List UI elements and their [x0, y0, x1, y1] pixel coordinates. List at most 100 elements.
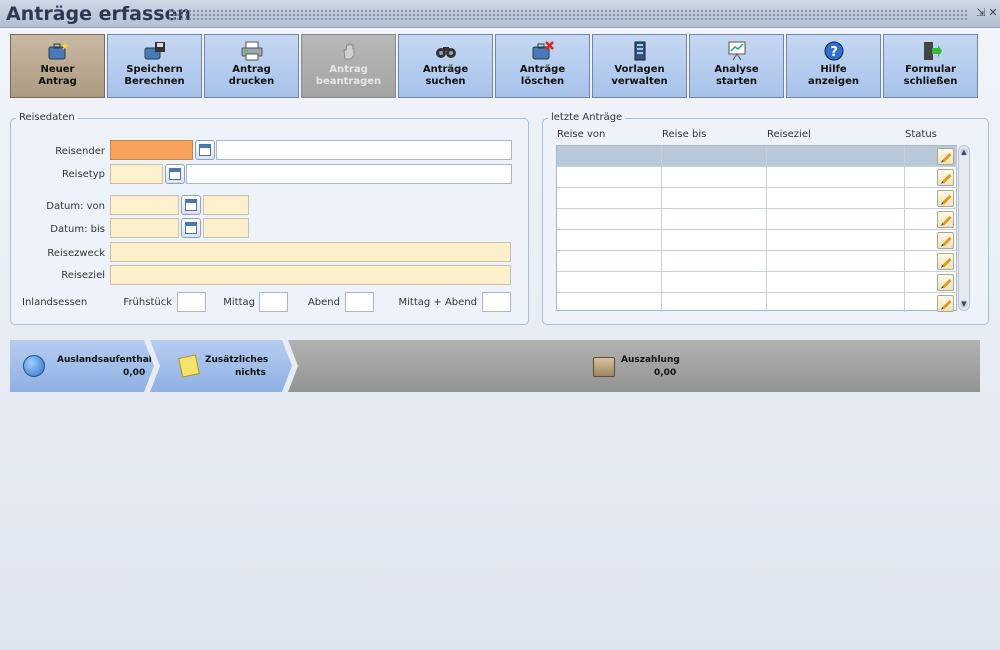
- traveler-label: Reisender: [55, 146, 105, 157]
- trip-type-description-field[interactable]: [186, 164, 512, 184]
- table-row[interactable]: [557, 272, 957, 293]
- lunch-dinner-field[interactable]: [482, 292, 511, 312]
- table-row[interactable]: [557, 188, 957, 209]
- edit-button[interactable]: [937, 211, 954, 228]
- date-to-field[interactable]: [110, 218, 179, 238]
- step-foreign-stay[interactable]: Auslandsaufenthalt 0,00: [10, 340, 154, 392]
- svg-text:?: ?: [830, 45, 838, 60]
- step-payout-label: Auszahlung: [621, 355, 680, 365]
- exit-icon: [923, 42, 942, 60]
- submit-request-button[interactable]: Antrag beantragen: [301, 34, 396, 98]
- pencil-icon: [942, 257, 952, 268]
- table-scrollbar[interactable]: ▲ ▼: [958, 145, 970, 311]
- edit-button[interactable]: [937, 274, 954, 291]
- date-from-label: Datum: von: [46, 201, 105, 212]
- binoculars-icon: [435, 47, 456, 58]
- show-help-button[interactable]: ? Hilfe anzeigen: [786, 34, 881, 98]
- help-icon: ?: [824, 41, 843, 61]
- traveler-name-field[interactable]: [216, 140, 512, 160]
- trip-type-field[interactable]: [110, 164, 163, 184]
- travel-data-title: Reisedaten: [16, 112, 78, 123]
- scroll-down-icon[interactable]: ▼: [960, 300, 968, 308]
- window-title: Anträge erfassen: [6, 3, 191, 25]
- time-from-field[interactable]: [203, 195, 249, 215]
- breakfast-label: Frühstück: [123, 297, 172, 308]
- edit-button[interactable]: [937, 253, 954, 270]
- recent-requests-table: [556, 145, 957, 314]
- table-row[interactable]: [557, 146, 957, 167]
- column-header-destination[interactable]: Reiseziel: [767, 129, 811, 140]
- trip-type-lookup-button[interactable]: [165, 164, 185, 184]
- edit-button[interactable]: [937, 169, 954, 186]
- title-bar: Anträge erfassen ⇲ ✕: [0, 0, 1000, 28]
- date-to-label: Datum: bis: [50, 224, 105, 235]
- close-form-label: Formular schließen: [903, 64, 958, 87]
- search-requests-button[interactable]: Anträge suchen: [398, 34, 493, 98]
- destination-label: Reiseziel: [61, 270, 105, 281]
- calendar-icon: [169, 168, 181, 180]
- column-header-from[interactable]: Reise von: [557, 129, 605, 140]
- pencil-icon: [942, 299, 952, 310]
- save-calculate-button[interactable]: Speichern Berechnen: [107, 34, 202, 98]
- start-analysis-button[interactable]: Analyse starten: [689, 34, 784, 98]
- lunch-field[interactable]: [259, 292, 288, 312]
- printer-icon: [241, 41, 262, 61]
- submit-request-label: Antrag beantragen: [315, 64, 382, 87]
- traveler-lookup-button[interactable]: [195, 140, 215, 160]
- title-decoration: [168, 9, 968, 20]
- trip-type-label: Reisetyp: [62, 169, 105, 180]
- toolbar: Neuer Antrag Speichern Berechnen Antrag …: [10, 34, 978, 98]
- payout-icon: [593, 357, 615, 377]
- table-row[interactable]: [557, 251, 957, 272]
- column-divider: [904, 146, 905, 312]
- save-icon: [144, 42, 165, 60]
- minimize-icon[interactable]: ⇲: [975, 6, 987, 20]
- table-row[interactable]: [557, 167, 957, 188]
- globe-icon: [23, 355, 45, 377]
- pencil-icon: [942, 278, 952, 289]
- pencil-icon: [942, 152, 952, 163]
- step-additional[interactable]: Zusätzliches nichts: [150, 340, 292, 392]
- dinner-label: Abend: [307, 297, 340, 308]
- delete-requests-label: Anträge löschen: [519, 64, 566, 87]
- scroll-up-icon[interactable]: ▲: [960, 148, 968, 156]
- trip-purpose-label: Reisezweck: [47, 248, 105, 259]
- save-calculate-label: Speichern Berechnen: [124, 64, 185, 87]
- print-request-button[interactable]: Antrag drucken: [204, 34, 299, 98]
- column-header-status[interactable]: Status: [905, 129, 937, 140]
- column-header-to[interactable]: Reise bis: [662, 129, 706, 140]
- show-help-label: Hilfe anzeigen: [808, 64, 859, 87]
- traveler-id-field[interactable]: [110, 140, 193, 160]
- column-divider: [766, 146, 767, 312]
- close-form-button[interactable]: Formular schließen: [883, 34, 978, 98]
- step-payout[interactable]: Auszahlung 0,00: [288, 340, 980, 392]
- step-additional-label: Zusätzliches: [205, 355, 269, 365]
- time-to-field[interactable]: [203, 218, 249, 238]
- calendar-icon: [185, 199, 197, 211]
- table-row[interactable]: [557, 230, 957, 251]
- destination-field[interactable]: [110, 265, 511, 285]
- delete-request-icon: [532, 41, 554, 60]
- date-to-picker-button[interactable]: [181, 218, 201, 238]
- new-request-button[interactable]: Neuer Antrag: [10, 34, 105, 98]
- pencil-icon: [942, 236, 952, 247]
- manage-templates-label: Vorlagen verwalten: [611, 64, 668, 87]
- date-from-field[interactable]: [110, 195, 179, 215]
- summary-steps: Auslandsaufenthalt 0,00 Zusätzliches nic…: [10, 340, 980, 392]
- edit-button[interactable]: [937, 190, 954, 207]
- close-icon[interactable]: ✕: [987, 6, 999, 20]
- edit-button[interactable]: [937, 148, 954, 165]
- edit-button[interactable]: [937, 295, 954, 312]
- pencil-icon: [942, 215, 952, 226]
- date-from-picker-button[interactable]: [181, 195, 201, 215]
- delete-requests-button[interactable]: Anträge löschen: [495, 34, 590, 98]
- pencil-icon: [942, 173, 952, 184]
- trip-purpose-field[interactable]: [110, 242, 511, 262]
- new-request-label: Neuer Antrag: [38, 64, 77, 87]
- manage-templates-button[interactable]: Vorlagen verwalten: [592, 34, 687, 98]
- table-row[interactable]: [557, 209, 957, 230]
- breakfast-field[interactable]: [177, 292, 206, 312]
- table-row[interactable]: [557, 293, 957, 314]
- dinner-field[interactable]: [345, 292, 374, 312]
- edit-button[interactable]: [937, 232, 954, 249]
